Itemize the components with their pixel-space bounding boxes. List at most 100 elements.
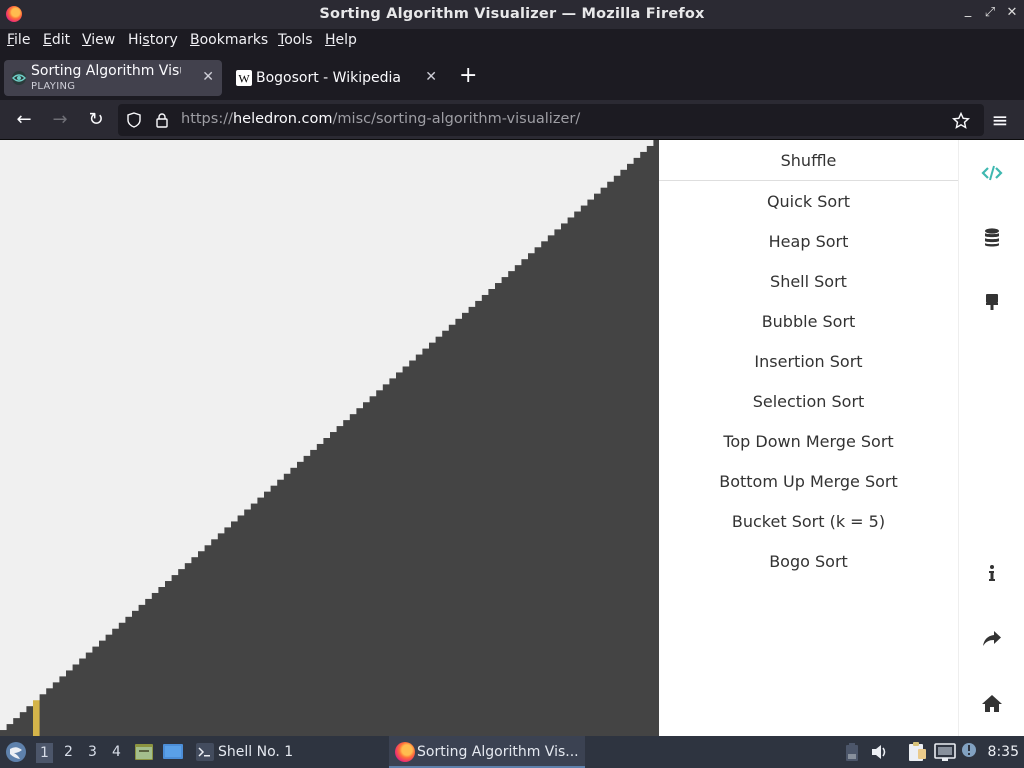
bar	[547, 235, 555, 736]
file-manager-icon[interactable]	[134, 742, 154, 762]
algorithm-menu: Shuffle Quick Sort Heap Sort Shell Sort Bub…	[659, 140, 958, 736]
firefox-taskbar-icon	[395, 742, 415, 762]
bar	[204, 545, 212, 736]
workspace-2[interactable]: 2	[64, 744, 73, 760]
code-icon[interactable]	[980, 161, 1004, 185]
bar	[633, 157, 641, 736]
clock: 8:35	[987, 744, 1019, 760]
address-bar[interactable]: https://heledron.com/misc/sorting-algori…	[118, 104, 984, 136]
tab-bogosort-wikipedia[interactable]: W Bogosort - Wikipedia ✕	[229, 60, 445, 96]
bar	[145, 598, 153, 736]
bar	[561, 223, 568, 736]
bar	[26, 706, 34, 736]
home-icon[interactable]	[980, 692, 1004, 716]
bar	[448, 324, 456, 736]
bar	[620, 169, 628, 736]
bar	[217, 533, 225, 736]
bar	[514, 265, 522, 736]
bar	[521, 259, 529, 736]
shuffle-button[interactable]: Shuffle	[659, 151, 958, 170]
bar	[462, 312, 469, 736]
bar	[646, 145, 654, 736]
side-toolbar	[958, 140, 1024, 736]
taskbar: 1 2 3 4 Shell No. 1 Sorting Algorithm Vi…	[0, 736, 1024, 768]
bar	[237, 515, 245, 736]
reload-button[interactable]: ↻	[84, 108, 108, 132]
page-content: Shuffle Quick Sort Heap Sort Shell Sort Bub…	[0, 140, 1024, 736]
terminal-icon	[196, 743, 214, 761]
network-icon[interactable]	[934, 742, 956, 762]
menu-bookmarks[interactable]: Bookmarks	[190, 32, 268, 48]
bar	[184, 563, 192, 736]
bar	[415, 354, 423, 736]
bar	[600, 187, 608, 736]
algorithm-bucket-sort-k-5[interactable]: Bucket Sort (k = 5)	[659, 512, 958, 531]
shell-window-label: Shell No. 1	[218, 744, 294, 760]
algorithm-bottom-up-merge-sort[interactable]: Bottom Up Merge Sort	[659, 472, 958, 491]
workspace-4[interactable]: 4	[112, 744, 121, 760]
clipboard-icon[interactable]	[906, 741, 928, 763]
start-menu-icon[interactable]	[5, 741, 27, 763]
bar	[290, 467, 298, 736]
bar	[349, 414, 357, 736]
taskbar-shell-window[interactable]: Shell No. 1	[192, 736, 304, 768]
desktop-icon[interactable]	[162, 742, 184, 762]
database-icon[interactable]	[980, 226, 1004, 250]
close-window-button[interactable]: ✕	[1004, 5, 1020, 20]
algorithm-bubble-sort[interactable]: Bubble Sort	[659, 312, 958, 331]
bar	[613, 175, 621, 736]
forward-button[interactable]: →	[48, 108, 72, 132]
algorithm-top-down-merge-sort[interactable]: Top Down Merge Sort	[659, 432, 958, 451]
window-title: Sorting Algorithm Visualizer — Mozilla F…	[319, 6, 705, 22]
bar	[323, 438, 331, 736]
bar	[211, 539, 219, 736]
url-text[interactable]: https://heledron.com/misc/sorting-algori…	[181, 111, 580, 127]
tab-close-icon[interactable]: ✕	[425, 69, 437, 85]
algorithm-shell-sort[interactable]: Shell Sort	[659, 272, 958, 291]
battery-icon[interactable]	[844, 742, 860, 762]
lock-icon[interactable]	[154, 112, 170, 128]
bar	[244, 509, 252, 736]
menu-tools[interactable]: Tools	[278, 32, 313, 48]
new-tab-button[interactable]: +	[459, 62, 477, 90]
share-icon[interactable]	[980, 627, 1004, 651]
taskbar-firefox-window[interactable]: Sorting Algorithm Vis...	[389, 736, 585, 768]
wikipedia-favicon-icon: W	[236, 70, 252, 86]
shield-icon[interactable]	[126, 112, 142, 128]
svg-text:W: W	[238, 72, 250, 86]
menu-help[interactable]: Help	[325, 32, 357, 48]
bar	[165, 581, 172, 736]
info-icon[interactable]	[980, 562, 1004, 586]
workspace-1[interactable]: 1	[36, 743, 53, 763]
bookmark-star-icon[interactable]	[952, 112, 970, 130]
back-button[interactable]: ←	[12, 108, 36, 132]
menu-file[interactable]: File	[7, 32, 30, 48]
highlighted-bar	[33, 700, 40, 736]
algorithm-bogo-sort[interactable]: Bogo Sort	[659, 552, 958, 571]
menu-edit[interactable]: Edit	[43, 32, 70, 48]
tab-close-icon[interactable]: ✕	[202, 69, 214, 85]
workspace-3[interactable]: 3	[88, 744, 97, 760]
app-menu-button[interactable]: ≡	[988, 108, 1012, 132]
bar	[6, 724, 14, 736]
algorithm-selection-sort[interactable]: Selection Sort	[659, 392, 958, 411]
tab-sorting-visualizer[interactable]: Sorting Algorithm Visualiz PLAYING ✕	[4, 60, 222, 96]
maximize-button[interactable]: ⤢	[982, 5, 998, 20]
bar	[640, 151, 648, 736]
algorithm-insertion-sort[interactable]: Insertion Sort	[659, 352, 958, 371]
bar	[468, 306, 476, 736]
bar	[343, 420, 351, 736]
algorithm-heap-sort[interactable]: Heap Sort	[659, 232, 958, 251]
bar	[52, 682, 60, 736]
notification-icon[interactable]	[960, 741, 978, 761]
bar	[389, 378, 397, 736]
algorithm-quick-sort[interactable]: Quick Sort	[659, 192, 958, 211]
bar	[627, 163, 634, 736]
minimize-button[interactable]: _	[960, 3, 976, 18]
brush-icon[interactable]	[980, 290, 1004, 314]
menu-view[interactable]: View	[82, 32, 115, 48]
volume-icon[interactable]	[870, 742, 890, 762]
bar	[554, 229, 562, 736]
bar	[132, 610, 139, 736]
menu-history[interactable]: History	[128, 32, 178, 48]
